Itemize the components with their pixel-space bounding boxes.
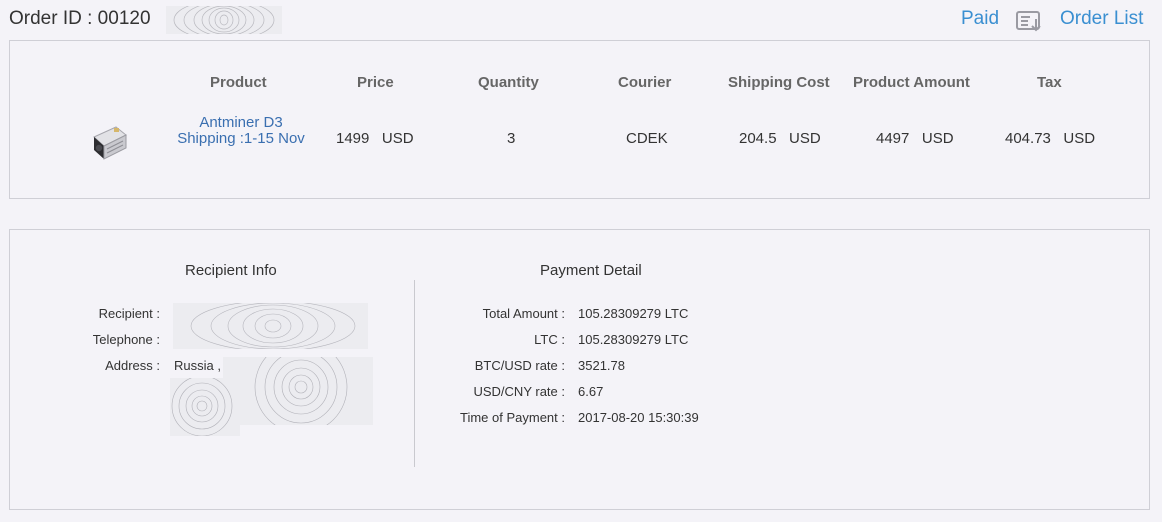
telephone-label: Telephone : — [92, 332, 160, 347]
address-label: Address : — [105, 358, 160, 373]
redacted-address-line-2 — [170, 378, 240, 436]
usd-cny-rate-value: 6.67 — [578, 384, 604, 399]
ltc-value: 105.28309279 LTC — [578, 332, 689, 347]
cell-quantity: 3 — [507, 130, 516, 147]
cell-shipping-cost: 204.5 USD — [739, 130, 821, 147]
redacted-recipient-details — [173, 303, 368, 349]
recipient-label: Recipient : — [98, 306, 160, 321]
cell-product-amount: 4497 USD — [876, 130, 954, 147]
cell-price: 1499 USD — [336, 130, 414, 147]
col-header-shipping-cost: Shipping Cost — [728, 74, 830, 91]
col-header-price: Price — [357, 74, 394, 91]
order-id-title: Order ID : 00120 — [9, 8, 151, 29]
col-header-product-amount: Product Amount — [853, 74, 970, 91]
order-items-panel: Product Price Quantity Courier Shipping … — [9, 40, 1150, 199]
recipient-info-title: Recipient Info — [185, 262, 277, 279]
btc-usd-rate-label: BTC/USD rate : — [474, 358, 565, 373]
order-list-link[interactable]: Order List — [1060, 8, 1143, 30]
ltc-label: LTC : — [534, 332, 565, 347]
product-name-link[interactable]: Antminer D3 Shipping :1-15 Nov — [175, 115, 307, 147]
cell-tax: 404.73 USD — [1005, 130, 1096, 147]
col-header-quantity: Quantity — [478, 74, 539, 91]
page-header: Order ID : 00120 Paid Order List — [0, 0, 1162, 40]
order-status: Paid — [961, 8, 1000, 29]
cell-courier: CDEK — [626, 130, 668, 147]
address-value: Russia , — [174, 358, 221, 373]
btc-usd-rate-value: 3521.78 — [578, 358, 625, 373]
payment-time-value: 2017-08-20 15:30:39 — [578, 410, 699, 425]
section-divider — [414, 280, 415, 467]
usd-cny-rate-label: USD/CNY rate : — [473, 384, 565, 399]
product-image[interactable] — [88, 119, 132, 163]
redacted-order-suffix — [166, 6, 282, 34]
col-header-courier: Courier — [618, 74, 672, 91]
col-header-tax: Tax — [1037, 74, 1062, 91]
order-details-panel: Recipient Info Recipient : Telephone : A… — [9, 229, 1150, 510]
payment-time-label: Time of Payment : — [460, 410, 565, 425]
total-amount-label: Total Amount : — [482, 306, 565, 321]
col-header-product: Product — [210, 74, 267, 91]
payment-detail-title: Payment Detail — [540, 262, 642, 279]
redacted-address-line — [223, 357, 373, 425]
total-amount-value: 105.28309279 LTC — [578, 306, 689, 321]
order-list-icon[interactable] — [1016, 10, 1044, 32]
